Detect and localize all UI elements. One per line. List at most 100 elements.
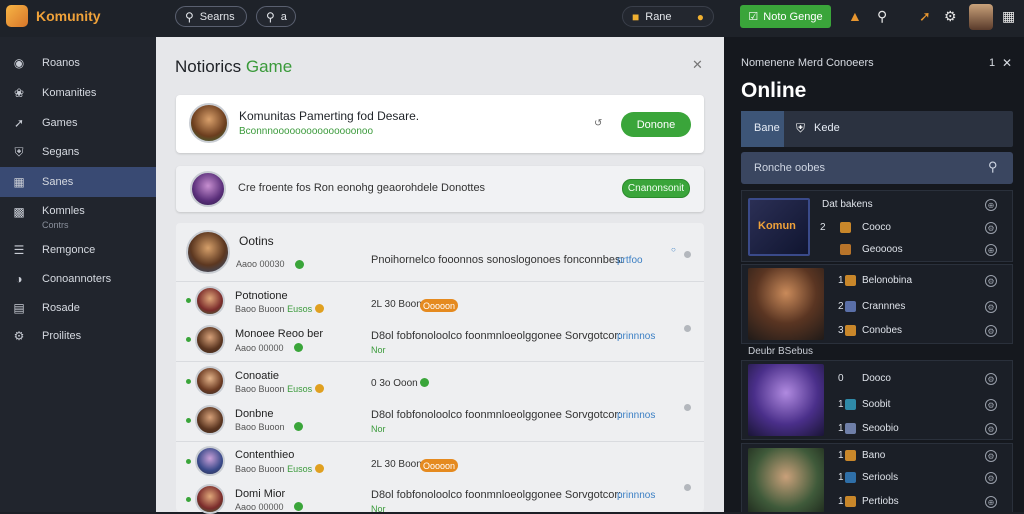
brand[interactable]: Komunity — [6, 5, 101, 27]
tab-kede[interactable]: ⛨ Kede — [796, 111, 856, 147]
settings-icon[interactable]: ⚙ — [985, 423, 997, 435]
share-icon[interactable]: ↺ — [594, 118, 602, 129]
flame-icon[interactable]: ▲ — [848, 8, 862, 24]
settings-icon[interactable]: ⚙ — [985, 472, 997, 484]
divider — [176, 281, 704, 282]
game-card[interactable]: 1 Belonobina 2 Crannnes 3 Conobes ⚙ ⚙ ⚙ — [741, 264, 1013, 344]
globe-icon: ◑ — [15, 272, 23, 286]
row-more-dot[interactable] — [684, 484, 691, 491]
leaf-icon: ❀ — [13, 86, 25, 100]
sidebar-item-label: Sanes — [42, 176, 74, 188]
lead-more-dot[interactable] — [684, 251, 691, 258]
sidebar-item-komnles[interactable]: ▩ Komnles Contrs — [0, 202, 156, 232]
new-game-button[interactable]: ☑ Noto Genge — [740, 5, 831, 28]
sidebar-item-rosade[interactable]: ▤ Rosade — [0, 296, 156, 320]
row-message: D8ol fobfonoloolco foonmnloeolggonee Sor… — [371, 330, 622, 342]
menu-icon: ☰ — [13, 243, 25, 257]
game-line-rank: 1 — [838, 472, 844, 483]
add-icon[interactable]: ⊕ — [985, 199, 997, 211]
settings-icon[interactable]: ⚙ — [985, 301, 997, 313]
game-line-rank: 2 — [838, 301, 844, 312]
search-pill[interactable]: ⚲ Searns — [175, 6, 247, 27]
sidebar-item-sanes[interactable]: ▦ Sanes — [0, 167, 156, 197]
row-badge: Ooooon — [420, 299, 458, 312]
settings-icon[interactable]: ⚙ — [985, 373, 997, 385]
lead-link[interactable]: prtfoo — [617, 255, 643, 266]
row-tail: Nor — [371, 424, 386, 434]
status-label: Rane — [645, 10, 672, 23]
sidebar-item-remgonce[interactable]: ☰ Remgonce — [0, 238, 156, 262]
online-search-input[interactable]: Ronche oobes ⚲ — [741, 152, 1013, 184]
row-name: Donbne — [235, 408, 274, 420]
row-avatar — [195, 366, 225, 396]
status-pill[interactable]: ■ Rane ● — [622, 6, 714, 27]
row-more-dot[interactable] — [684, 404, 691, 411]
user-avatar[interactable] — [969, 4, 993, 30]
grid-menu-icon[interactable]: ▦ — [1002, 8, 1015, 25]
sidebar-item-games[interactable]: ➚ Games — [0, 111, 156, 135]
row-name: Contenthieo — [235, 449, 295, 461]
row-more-dot[interactable] — [684, 325, 691, 332]
row-link[interactable]: prinnnos — [617, 410, 655, 421]
row-meta: 2L 30 Boon — [371, 459, 422, 470]
game-line: Conobes — [862, 325, 903, 336]
community-bar-button[interactable]: Cnanonsonit — [622, 179, 690, 198]
online-dot — [186, 459, 191, 464]
coin-icon: ● — [696, 9, 704, 24]
settings-icon[interactable]: ⚙ — [985, 275, 997, 287]
row-subtitle: Aaoo 00000 — [235, 502, 284, 512]
game-card[interactable]: Komun Dat bakens 2 Cooco Geoooos ⊕ ⚙ ⊕ — [741, 190, 1013, 262]
featured-card[interactable]: Komunitas Pamerting fod Desare. Bconnnoo… — [176, 95, 704, 153]
tab-bane[interactable]: Bane — [741, 111, 784, 147]
row-online-dot — [420, 378, 429, 387]
lead-name: Ootins — [239, 234, 274, 248]
close-icon[interactable]: ✕ — [1002, 56, 1012, 70]
row-status-dot — [294, 422, 303, 431]
sidebar-item-label: Remgonce — [42, 244, 96, 256]
game-line-rank: 1 — [838, 399, 844, 410]
row-link[interactable]: prinnnos — [617, 490, 655, 501]
sidebar-item-roanos[interactable]: ◉ Roanos — [0, 51, 156, 75]
add-icon[interactable]: ⊕ — [985, 244, 997, 256]
settings-icon[interactable]: ⚙ — [985, 399, 997, 411]
search-pill-secondary[interactable]: ⚲ a — [256, 6, 296, 27]
game-card[interactable]: 1 Bano 1 Seriools 1 Pertiobs ⚙ ⚙ ⊕ — [741, 443, 1013, 512]
game-rank-icon — [845, 423, 856, 434]
game-line: Dooco — [862, 373, 891, 384]
brand-name: Komunity — [36, 8, 101, 24]
community-bar-text: Cre froente fos Ron eonohg geaorohdele D… — [238, 182, 486, 194]
online-panel-count: 1 — [989, 57, 996, 69]
settings-icon[interactable]: ⚙ — [985, 325, 997, 337]
game-line-rank: 1 — [838, 450, 844, 461]
featured-avatar — [189, 103, 229, 143]
row-link[interactable]: prinnnos — [617, 331, 655, 342]
close-icon[interactable]: ✕ — [692, 57, 703, 73]
add-icon[interactable]: ⊕ — [985, 496, 997, 508]
row-tail: Nor — [371, 345, 386, 355]
lead-indicator: ○ — [671, 245, 676, 254]
settings-icon[interactable]: ⚙ — [944, 8, 957, 25]
settings-icon[interactable]: ⚙ — [985, 450, 997, 462]
search-icon[interactable]: ⚲ — [877, 8, 887, 25]
sidebar-item-komanities[interactable]: ❀ Komanities — [0, 81, 156, 105]
sidebar-item-proilites[interactable]: ⚙ Proilites — [0, 324, 156, 348]
online-dot — [186, 337, 191, 342]
game-line: Cooco — [862, 222, 891, 233]
featured-action-button[interactable]: Donone — [621, 112, 691, 137]
community-bar[interactable]: Cre froente fos Ron eonohg geaorohdele D… — [176, 166, 704, 212]
sidebar-item-conoannoters[interactable]: ◑ Conoannoters — [0, 267, 156, 291]
game-line-rank: 1 — [838, 275, 844, 286]
online-panel-header: Nomenene Merd Conoeers — [741, 57, 874, 69]
settings-icon[interactable]: ⚙ — [985, 222, 997, 234]
game-thumbnail — [748, 268, 824, 340]
row-subtitle-accent: Eusos — [287, 384, 313, 394]
sidebar-item-segans[interactable]: ⛨ Segans — [0, 140, 156, 164]
game-card[interactable]: 0 Dooco 1 Soobit 1 Seoobio ⚙ ⚙ ⚙ — [741, 360, 1013, 440]
sidebar-item-label: Komanities — [42, 87, 97, 99]
rocket-icon[interactable]: ➚ — [919, 8, 931, 25]
section-label: Deubr BSebus — [748, 346, 814, 357]
row-badge: Ooooon — [420, 459, 458, 472]
sidebar-item-sublabel: Contrs — [42, 220, 69, 230]
row-avatar — [195, 446, 225, 476]
row-name: Monoee Reoo ber — [235, 328, 324, 340]
